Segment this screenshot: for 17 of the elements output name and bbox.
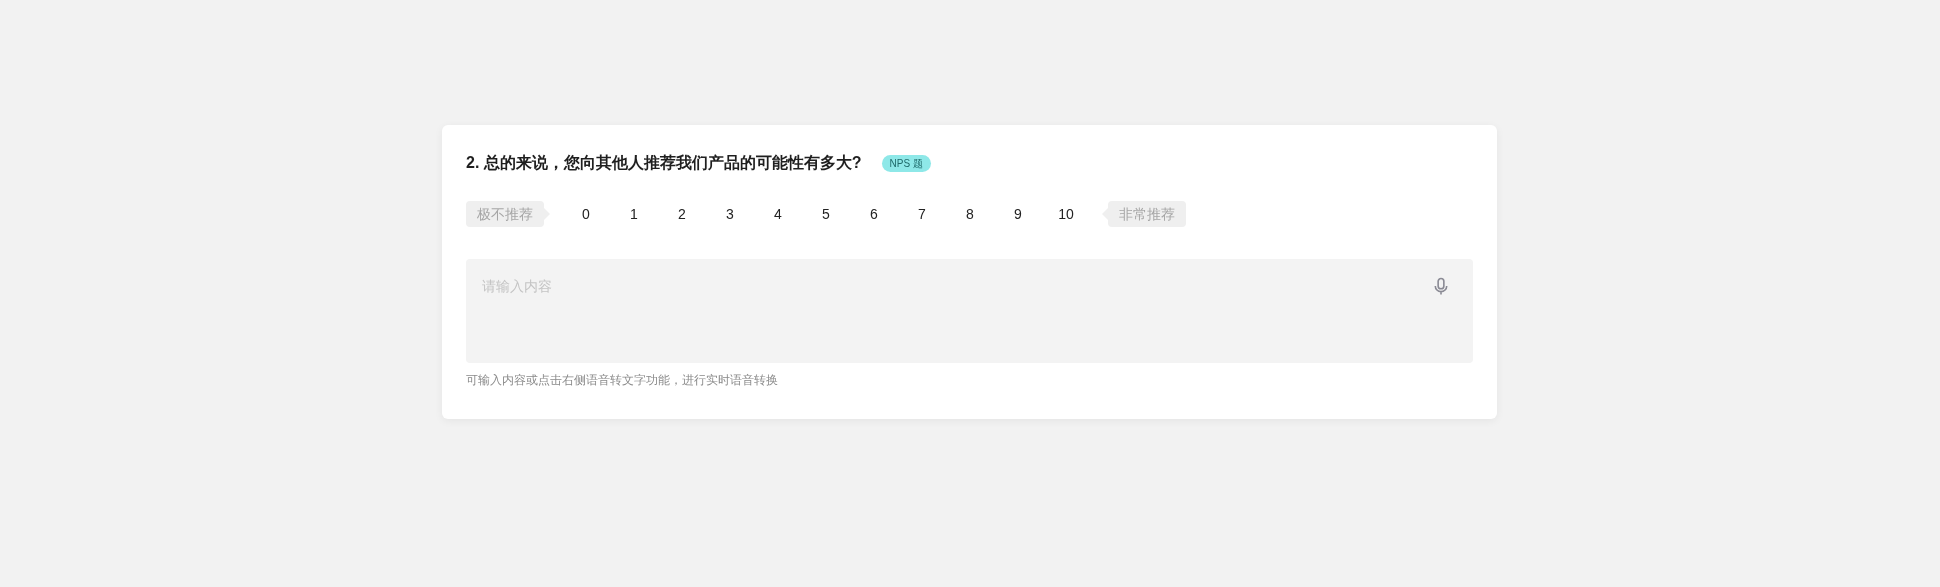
score-option[interactable]: 9 <box>994 201 1042 227</box>
score-option[interactable]: 4 <box>754 201 802 227</box>
question-type-badge: NPS 题 <box>881 154 931 172</box>
score-option[interactable]: 1 <box>610 201 658 227</box>
score-option[interactable]: 5 <box>802 201 850 227</box>
score-option[interactable]: 2 <box>658 201 706 227</box>
score-option[interactable]: 0 <box>562 201 610 227</box>
low-end-label: 极不推荐 <box>466 201 544 227</box>
score-option[interactable]: 3 <box>706 201 754 227</box>
score-option[interactable]: 10 <box>1042 201 1090 227</box>
score-option[interactable]: 7 <box>898 201 946 227</box>
question-title: 2. 总的来说，您向其他人推荐我们产品的可能性有多大? <box>466 153 862 173</box>
high-end-label: 非常推荐 <box>1108 201 1186 227</box>
microphone-icon[interactable] <box>1433 277 1449 296</box>
score-option[interactable]: 6 <box>850 201 898 227</box>
score-option[interactable]: 8 <box>946 201 994 227</box>
answer-hint: 可输入内容或点击右侧语音转文字功能，进行实时语音转换 <box>466 372 779 389</box>
